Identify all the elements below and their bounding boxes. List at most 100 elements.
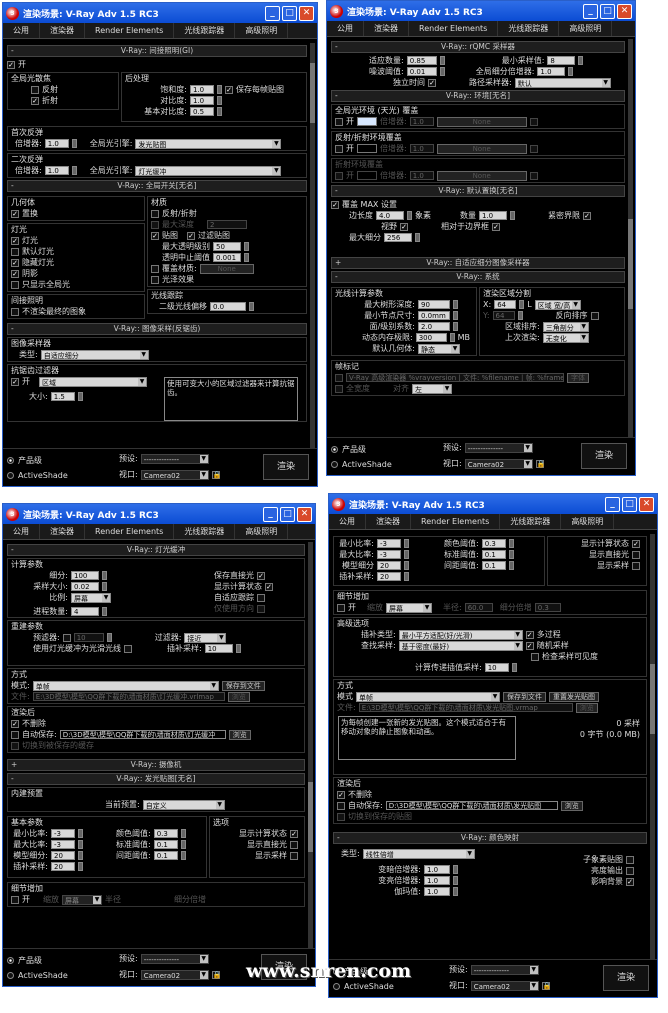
show-direct-checkbox[interactable] xyxy=(290,840,298,849)
relative-bbox-checkbox[interactable]: ✓ xyxy=(492,222,500,231)
tab-render-elements[interactable]: Render Elements xyxy=(85,23,175,38)
camera-header[interactable]: + V-Ray:: 摄像机 xyxy=(7,759,305,771)
minimize-button[interactable]: _ xyxy=(265,5,280,21)
nrm-thresh-input[interactable]: 0.1 xyxy=(153,840,178,849)
transp-cutoff-input[interactable]: 0.001 xyxy=(213,253,241,262)
close-button[interactable]: ✕ xyxy=(639,496,654,512)
aa-size-input[interactable]: 1.5 xyxy=(50,392,75,401)
rqmc-header[interactable]: - V-Ray:: rQMC 采样器 xyxy=(331,41,625,53)
aa-filter-dropdown[interactable]: 区域 ▼ xyxy=(39,376,147,387)
scale-dropdown[interactable]: 屏幕 ▼ xyxy=(71,592,111,603)
primary-engine-dropdown[interactable]: 发光贴图 ▼ xyxy=(135,138,282,149)
viewport-dropdown[interactable]: Camera02 ▼ xyxy=(464,458,533,469)
show-direct-checkbox[interactable] xyxy=(632,550,640,559)
region-order-dropdown[interactable]: 三角剖分 ▼ xyxy=(542,321,589,332)
nrm-thresh-input[interactable]: 0.1 xyxy=(481,550,506,559)
lc-interp-samples-input[interactable]: 10 xyxy=(204,644,233,653)
im-mode-dropdown[interactable]: 单帧 ▼ xyxy=(356,691,500,702)
gi-env-map-button[interactable]: None xyxy=(436,116,527,127)
hsph-subdivs-input[interactable]: 20 xyxy=(377,561,401,570)
show-calc-checkbox[interactable]: ✓ xyxy=(632,539,640,548)
min-leaf-input[interactable]: 0.0mm xyxy=(418,311,450,320)
region-wh-dropdown[interactable]: 区域 宽/高 ▼ xyxy=(534,299,581,310)
face-level-input[interactable]: 2.0 xyxy=(418,322,450,331)
production-radio[interactable] xyxy=(7,957,14,964)
glossy-checkbox[interactable] xyxy=(151,275,159,284)
production-radio[interactable] xyxy=(7,457,14,464)
gi-env-color-swatch[interactable] xyxy=(357,117,377,126)
tab-advanced-lighting[interactable]: 高级照明 xyxy=(235,23,289,38)
refl-env-on-checkbox[interactable] xyxy=(335,144,343,153)
noise-thresh-input[interactable]: 0.01 xyxy=(406,67,437,76)
clr-thresh-input[interactable]: 0.3 xyxy=(153,829,178,838)
lock-icon[interactable]: 🔒 xyxy=(535,459,545,468)
multipass-checkbox[interactable]: ✓ xyxy=(525,630,534,639)
min-samples-input[interactable]: 8 xyxy=(547,56,576,65)
lc-mode-dropdown[interactable]: 单帧 ▼ xyxy=(32,680,219,691)
affect-bg-checkbox[interactable]: ✓ xyxy=(626,877,634,886)
bucket-x-input[interactable]: 64 xyxy=(494,300,517,309)
tab-common[interactable]: 公用 xyxy=(329,514,366,529)
override-mtl-checkbox[interactable] xyxy=(151,264,159,273)
secondary-engine-dropdown[interactable]: 灯光缓冲 ▼ xyxy=(135,165,282,176)
shadows-checkbox[interactable]: ✓ xyxy=(11,269,19,278)
tab-raytracer[interactable]: 光线跟踪器 xyxy=(500,514,562,529)
sub-pixel-checkbox[interactable] xyxy=(626,855,634,864)
adaptive-sampler-header[interactable]: + V-Ray:: 自适应细分图像采样器 xyxy=(331,257,625,269)
detail-on-checkbox[interactable] xyxy=(11,895,19,904)
im-auto-save-input[interactable]: D:\3D模型\模型\QQ群下载的\墙面材质\发光贴图 xyxy=(385,801,558,810)
detail-scale-dropdown[interactable]: 屏幕 ▼ xyxy=(386,602,432,613)
viewport-dropdown[interactable]: Camera02 ▼ xyxy=(140,969,209,980)
bright-mult-input[interactable]: 1.0 xyxy=(424,876,450,885)
interp-type-dropdown[interactable]: 最小平方适配(好/光滑) ▼ xyxy=(398,629,523,640)
image-sampler-header[interactable]: - V-Ray:: 图像采样(反锯齿) xyxy=(7,323,307,335)
gi-rollout-header[interactable]: - V-Ray:: 间接照明(GI) xyxy=(7,45,307,57)
tab-advanced-lighting[interactable]: 高级照明 xyxy=(235,524,289,539)
lc-browse-button[interactable]: 浏览 xyxy=(227,691,250,702)
gi-on-checkbox[interactable]: ✓ xyxy=(7,60,15,69)
adaptive-tracing-checkbox[interactable] xyxy=(257,593,265,602)
global-switches-header[interactable]: - V-Ray:: 全局开关[无名] xyxy=(7,180,307,192)
max-rate-input[interactable]: -3 xyxy=(377,550,401,559)
irradiance-map-header[interactable]: - V-Ray:: 发光贴图[无名] xyxy=(7,773,305,785)
only-gi-checkbox[interactable] xyxy=(11,280,19,289)
default-geom-dropdown[interactable]: 静态 ▼ xyxy=(418,343,460,354)
default-displacement-header[interactable]: - V-Ray:: 默认置换[无名] xyxy=(331,185,625,197)
activeshade-radio[interactable] xyxy=(7,972,14,979)
minimize-button[interactable]: _ xyxy=(605,496,620,512)
render-button[interactable]: 渲染 xyxy=(581,443,627,469)
save-maps-checkbox[interactable]: ✓ xyxy=(225,85,233,94)
sample-size-input[interactable]: 0.02 xyxy=(71,582,99,591)
passes-input[interactable]: 4 xyxy=(71,607,99,616)
maximize-button[interactable]: □ xyxy=(600,3,615,19)
displacement-checkbox[interactable]: ✓ xyxy=(11,209,19,218)
lc-save-file-button[interactable]: 保存到文件 xyxy=(221,680,265,691)
prefilter-input[interactable]: 10 xyxy=(73,633,104,642)
rand-samples-checkbox[interactable]: ✓ xyxy=(525,641,534,650)
stamp-checkbox[interactable] xyxy=(335,373,343,382)
tab-advanced-lighting[interactable]: 高级照明 xyxy=(559,21,613,36)
lock-icon[interactable]: 🔒 xyxy=(211,970,221,979)
activeshade-radio[interactable] xyxy=(333,983,340,990)
primary-mult-input[interactable]: 1.0 xyxy=(44,139,69,148)
max-depth-input[interactable]: 2 xyxy=(207,220,247,229)
max-rate-input[interactable]: -3 xyxy=(51,840,75,849)
max-depth-checkbox[interactable] xyxy=(151,220,159,229)
tab-advanced-lighting[interactable]: 高级照明 xyxy=(561,514,615,529)
activeshade-radio[interactable] xyxy=(7,472,14,479)
refl-env-map-button[interactable]: None xyxy=(436,143,527,154)
reflective-checkbox[interactable] xyxy=(31,85,39,94)
cm-type-dropdown[interactable]: 线性倍增 ▼ xyxy=(362,848,475,859)
refl-refr-checkbox[interactable] xyxy=(151,209,159,218)
saturation-input[interactable]: 1.0 xyxy=(190,85,214,94)
store-direct-checkbox[interactable]: ✓ xyxy=(257,571,265,580)
refl-env-color-swatch[interactable] xyxy=(357,144,377,153)
calc-pass-input[interactable]: 10 xyxy=(484,663,509,672)
path-sampler-dropdown[interactable]: 默认 ▼ xyxy=(514,77,611,88)
min-rate-input[interactable]: -3 xyxy=(51,829,75,838)
show-samples-checkbox[interactable] xyxy=(632,561,640,570)
justify-dropdown[interactable]: 左 ▼ xyxy=(412,383,452,394)
override-mtl-button[interactable]: None xyxy=(199,263,254,274)
lock-icon[interactable]: 🔒 xyxy=(211,470,221,479)
system-header[interactable]: - V-Ray:: 系统 xyxy=(331,271,625,283)
